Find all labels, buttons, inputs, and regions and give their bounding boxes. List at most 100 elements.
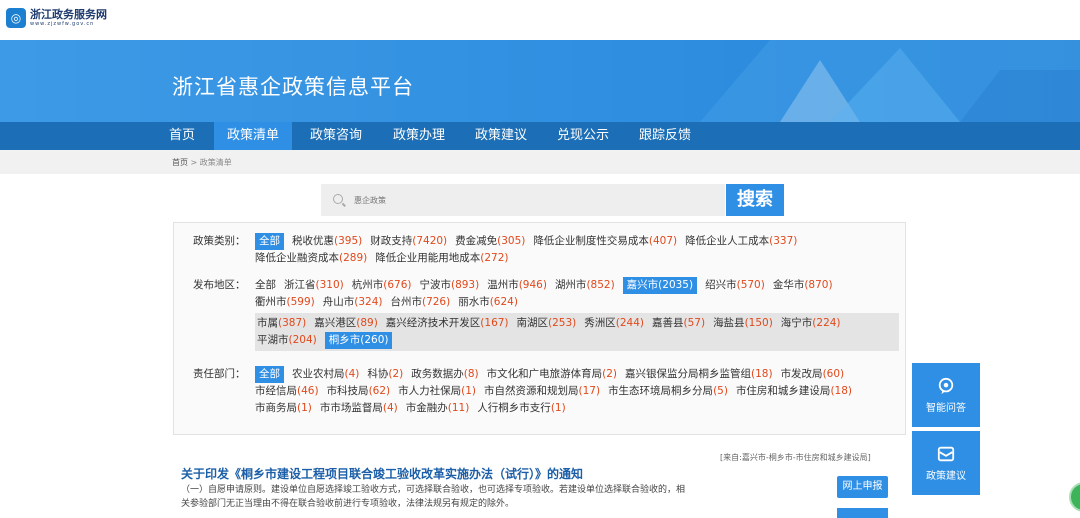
filter-option[interactable]: 市发改局(60) <box>781 366 845 383</box>
breadcrumb-home[interactable]: 首页 <box>172 158 188 167</box>
chat-bot-icon <box>938 377 954 395</box>
option-name: 南湖区 <box>516 317 549 329</box>
option-count: (62) <box>368 385 391 397</box>
online-apply-button[interactable]: 网上申报 <box>837 476 888 498</box>
filter-option[interactable]: 湖州市(852) <box>555 277 615 294</box>
option-count: (272) <box>480 252 509 264</box>
floating-help-icon[interactable] <box>1069 482 1080 512</box>
option-count: (2035) <box>658 279 694 291</box>
policy-suggest-button[interactable]: 政策建议 <box>912 431 980 495</box>
search-input[interactable] <box>354 192 714 208</box>
option-name: 市文化和广电旅游体育局 <box>486 368 603 380</box>
filter-option[interactable]: 嘉兴港区(89) <box>314 315 378 332</box>
filter-option[interactable]: 市自然资源和规划局(17) <box>484 383 600 400</box>
option-count: (18) <box>830 385 852 397</box>
filter-option[interactable]: 市属(387) <box>257 315 306 332</box>
filter-option[interactable]: 财政支持(7420) <box>370 233 447 250</box>
smart-qa-button[interactable]: 智能问答 <box>912 363 980 427</box>
breadcrumb-bar: 首页 > 政策清单 <box>0 150 1080 174</box>
search-button[interactable]: 搜索 <box>726 184 784 216</box>
option-count: (1) <box>461 385 476 397</box>
filter-option[interactable]: 桐乡市(260) <box>324 332 393 349</box>
nav-feedback[interactable]: 跟踪反馈 <box>626 122 704 150</box>
option-count: (17) <box>578 385 601 397</box>
filter-option[interactable]: 南湖区(253) <box>517 315 577 332</box>
subregion-options: 市属(387) 嘉兴港区(89) 嘉兴经济技术开发区(167) 南湖区(253) 秀洲区… <box>255 313 899 351</box>
filter-option[interactable]: 全部 <box>255 366 284 383</box>
option-count: (8) <box>463 368 479 380</box>
filter-option[interactable]: 绍兴市(570) <box>705 277 765 294</box>
filter-option[interactable]: 降低企业人工成本(337) <box>685 233 797 250</box>
filter-option[interactable]: 温州市(946) <box>487 277 547 294</box>
online-apply-button-2[interactable] <box>837 508 888 518</box>
filter-option[interactable]: 嘉兴市(2035) <box>622 277 698 294</box>
filter-option[interactable]: 市人力社保局(1) <box>398 383 476 400</box>
filter-option[interactable]: 全部 <box>255 277 276 294</box>
filter-option[interactable]: 嘉兴银保监分局桐乡监管组(18) <box>625 366 773 383</box>
filter-option[interactable]: 金华市(870) <box>773 277 833 294</box>
option-count: (310) <box>315 279 344 291</box>
filter-option[interactable]: 市商务局(1) <box>255 400 312 417</box>
filter-option[interactable]: 市科技局(62) <box>327 383 391 400</box>
department-options: 全部 农业农村局(4) 科协(2) 政务数据办(8) 市文化和广电旅游体育局(2) 嘉兴银… <box>255 366 895 417</box>
filter-option[interactable]: 丽水市(624) <box>458 294 518 311</box>
filter-option[interactable]: 税收优惠(395) <box>292 233 362 250</box>
filter-option[interactable]: 市金融办(11) <box>406 400 470 417</box>
option-count: (18) <box>751 368 773 380</box>
option-count: (2) <box>602 368 617 380</box>
option-name: 丽水市 <box>458 296 490 308</box>
option-count: (57) <box>683 317 706 329</box>
filter-option[interactable]: 降低企业融资成本(289) <box>255 250 367 267</box>
filter-option[interactable]: 农业农村局(4) <box>292 366 359 383</box>
filter-option[interactable]: 平湖市(204) <box>257 332 317 349</box>
filter-option[interactable]: 人行桐乡市支行(1) <box>477 400 565 417</box>
filter-option[interactable]: 全部 <box>255 233 284 250</box>
option-name: 嘉善县 <box>652 317 684 329</box>
option-count: (1) <box>297 402 312 414</box>
filter-option[interactable]: 嘉善县(57) <box>652 315 705 332</box>
filter-option[interactable]: 杭州市(676) <box>352 277 412 294</box>
policy-title[interactable]: 关于印发《桐乡市建设工程项目联合竣工验收改革实施办法（试行）》的通知 <box>181 465 583 482</box>
filter-option[interactable]: 海宁市(224) <box>781 315 841 332</box>
filter-option[interactable]: 浙江省(310) <box>284 277 344 294</box>
option-name: 嘉兴经济技术开发区 <box>385 317 481 329</box>
option-count: (89) <box>356 317 378 329</box>
filter-option[interactable]: 宁波市(893) <box>419 277 479 294</box>
filter-option[interactable]: 秀洲区(244) <box>584 315 644 332</box>
option-name: 秀洲区 <box>584 317 616 329</box>
site-logo[interactable]: ◎ 浙江政务服务网 www.zjzwfw.gov.cn <box>6 8 107 28</box>
nav-home[interactable]: 首页 <box>159 122 205 150</box>
filter-option[interactable]: 费金减免(305) <box>455 233 525 250</box>
nav-policy-consult[interactable]: 政策咨询 <box>297 122 375 150</box>
main-nav: 首页 政策清单 政策咨询 政策办理 政策建议 兑现公示 跟踪反馈 <box>0 122 1080 150</box>
region-options: 全部 浙江省(310) 杭州市(676) 宁波市(893) 温州市(946) 湖州市(85… <box>255 277 895 311</box>
option-name: 市科技局 <box>326 385 369 397</box>
option-count: (253) <box>548 317 577 329</box>
option-name: 宁波市 <box>419 279 451 291</box>
filter-option[interactable]: 市市场监督局(4) <box>320 400 398 417</box>
filter-option[interactable]: 市文化和广电旅游体育局(2) <box>487 366 617 383</box>
filter-option[interactable]: 科协(2) <box>367 366 403 383</box>
nav-policy-list[interactable]: 政策清单 <box>214 122 292 150</box>
filter-option[interactable]: 台州市(726) <box>390 294 450 311</box>
region-label: 发布地区： <box>193 279 246 291</box>
filter-option[interactable]: 市住房和城乡建设局(18) <box>736 383 852 400</box>
filter-option[interactable]: 政务数据办(8) <box>411 366 478 383</box>
option-count: (4) <box>382 402 398 414</box>
nav-policy-handle[interactable]: 政策办理 <box>380 122 458 150</box>
filter-option[interactable]: 衢州市(599) <box>255 294 315 311</box>
option-count: (1) <box>550 402 566 414</box>
option-name: 降低企业人工成本 <box>685 235 770 247</box>
option-name: 海盐县 <box>713 317 745 329</box>
filter-panel: 政策类别： 全部 税收优惠(395) 财政支持(7420) 费金减免(305) 降低企业… <box>173 222 906 435</box>
nav-policy-suggest[interactable]: 政策建议 <box>462 122 540 150</box>
filter-option[interactable]: 嘉兴经济技术开发区(167) <box>386 315 509 332</box>
filter-option[interactable]: 市生态环境局桐乡分局(5) <box>608 383 728 400</box>
filter-option[interactable]: 舟山市(324) <box>323 294 383 311</box>
filter-option[interactable]: 降低企业用能用地成本(272) <box>375 250 508 267</box>
nav-publicity[interactable]: 兑现公示 <box>544 122 622 150</box>
policy-description: （一）自愿申请原则。建设单位自愿选择竣工验收方式，可选择联合验收，也可选择专项验… <box>181 485 686 509</box>
filter-option[interactable]: 市经信局(46) <box>255 383 319 400</box>
filter-option[interactable]: 降低企业制度性交易成本(407) <box>533 233 677 250</box>
filter-option[interactable]: 海盐县(150) <box>713 315 773 332</box>
